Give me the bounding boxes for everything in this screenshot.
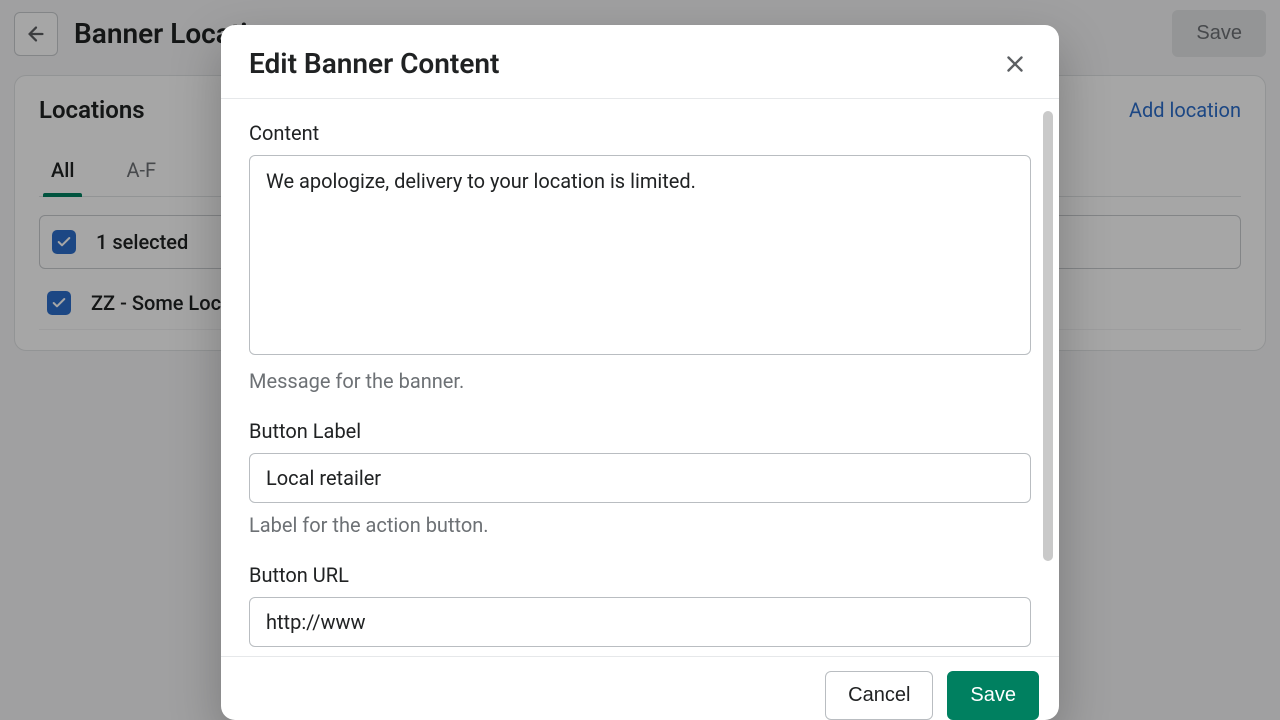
modal-title: Edit Banner Content (249, 47, 499, 80)
content-textarea[interactable] (249, 155, 1031, 355)
edit-banner-modal: Edit Banner Content Content Message for … (221, 25, 1059, 720)
modal-scrollbar[interactable] (1043, 111, 1053, 561)
close-button[interactable] (999, 48, 1031, 80)
button-label-help: Label for the action button. (249, 513, 1031, 537)
button-label-label: Button Label (249, 419, 1031, 443)
button-url-input[interactable] (249, 597, 1031, 647)
close-icon (1002, 51, 1028, 77)
save-button[interactable]: Save (947, 671, 1039, 720)
modal-overlay[interactable]: Edit Banner Content Content Message for … (0, 0, 1280, 720)
content-help: Message for the banner. (249, 369, 1031, 393)
button-label-input[interactable] (249, 453, 1031, 503)
cancel-button[interactable]: Cancel (825, 671, 933, 720)
content-label: Content (249, 121, 1031, 145)
button-url-label: Button URL (249, 563, 1031, 587)
